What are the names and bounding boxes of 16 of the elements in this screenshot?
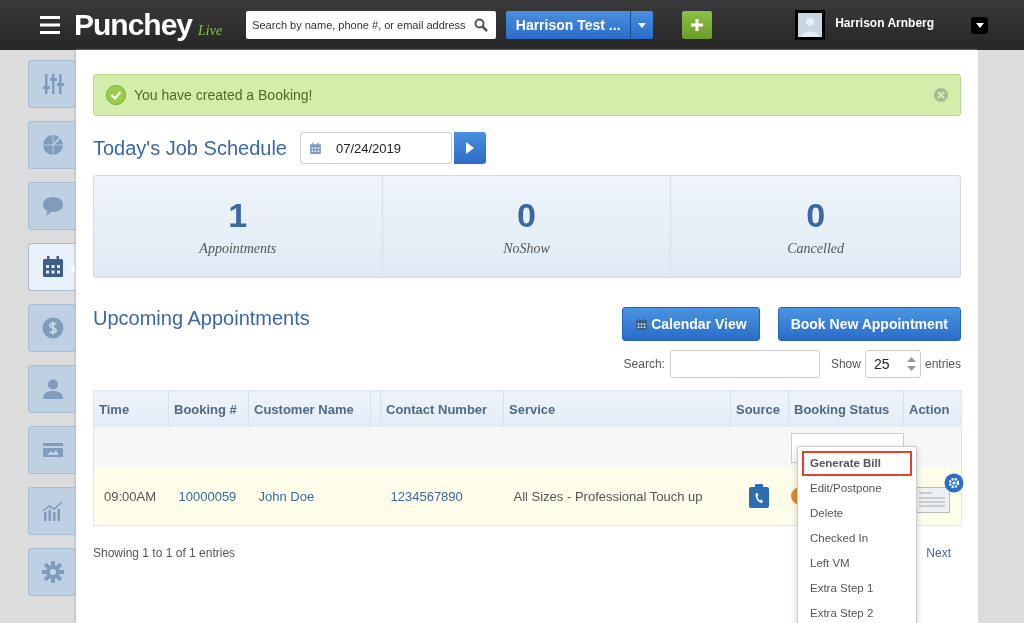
stat-label: NoShow xyxy=(503,241,550,257)
table-cell: All Sizes - Professional Touch up xyxy=(513,488,703,504)
table-info: Showing 1 to 1 of 1 entries xyxy=(93,546,236,560)
stat-value: 1 xyxy=(228,196,248,235)
table-cell: 09:00AM xyxy=(104,488,157,504)
stat-label: Appointments xyxy=(199,241,277,257)
show-label: Show xyxy=(830,357,861,371)
stat-label: Cancelled xyxy=(787,241,845,257)
stat-value: 0 xyxy=(806,196,826,235)
logo-tagline: Live xyxy=(198,23,223,39)
alert-message: You have created a Booking! xyxy=(134,87,313,103)
section-title: Upcoming Appointments xyxy=(93,307,310,330)
stat-value: 0 xyxy=(517,196,536,235)
section-title: Today's Job Schedule xyxy=(93,136,287,160)
entries-label: entries xyxy=(924,357,961,371)
search-label: Search: xyxy=(623,357,665,371)
